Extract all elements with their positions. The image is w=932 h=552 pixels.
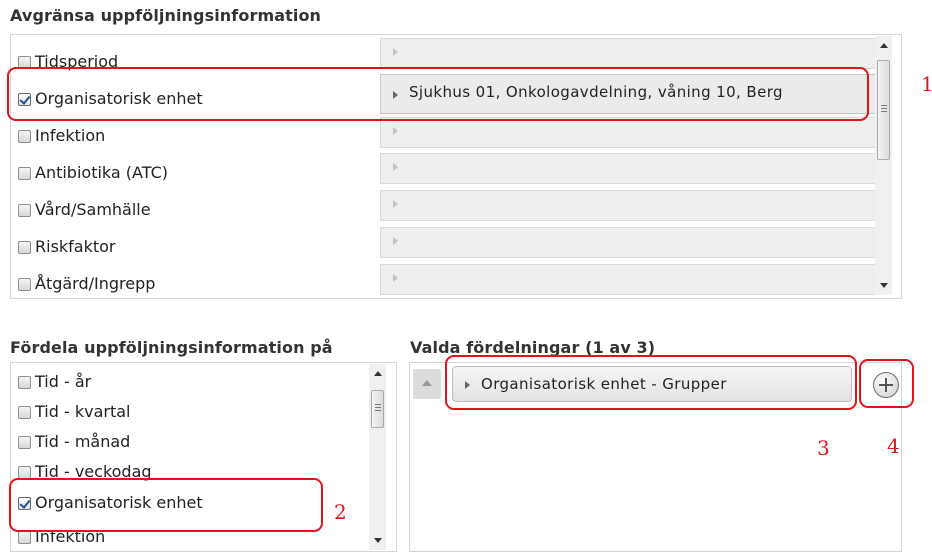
checkbox-atgard-ingrepp[interactable] <box>18 277 31 291</box>
move-up-button[interactable] <box>413 369 441 399</box>
scroll-down-icon[interactable] <box>374 538 382 543</box>
checkbox-infektion[interactable] <box>18 530 31 544</box>
selected-distribution-label: Organisatorisk enhet - Grupper <box>481 375 727 393</box>
checkbox-tid-manad[interactable] <box>18 435 31 449</box>
scroll-thumb[interactable] <box>371 390 384 428</box>
checkbox-tid-veckodag[interactable] <box>18 465 31 479</box>
restrict-item-infektion[interactable]: Infektion <box>11 118 105 152</box>
restrict-item-label: Riskfaktor <box>35 236 116 256</box>
distribute-item-tid-manad[interactable]: Tid - månad <box>11 426 130 456</box>
value-selector-antibiotika[interactable] <box>380 153 877 184</box>
distribute-item-label: Infektion <box>35 526 106 546</box>
restrict-scrollbar[interactable] <box>875 36 892 295</box>
selected-heading: Valda fördelningar (1 av 3) <box>410 338 656 357</box>
distribute-item-label: Tid - veckodag <box>35 461 152 481</box>
checkbox-infektion[interactable] <box>18 129 31 143</box>
value-selector-infektion[interactable] <box>380 117 877 148</box>
restrict-item-atgard-ingrepp[interactable]: Åtgärd/Ingrepp <box>11 266 156 298</box>
restrict-item-antibiotika[interactable]: Antibiotika (ATC) <box>11 155 168 189</box>
restrict-item-tidsperiod[interactable]: Tidsperiod <box>11 44 118 78</box>
scroll-thumb[interactable] <box>877 60 890 160</box>
restrict-item-label: Antibiotika (ATC) <box>35 162 168 182</box>
expand-arrow-icon <box>393 127 398 135</box>
distribute-item-label: Tid - år <box>35 371 92 391</box>
checkbox-tid-kvartal[interactable] <box>18 405 31 419</box>
expand-arrow-icon <box>393 91 398 99</box>
expand-arrow-icon <box>393 274 398 282</box>
checkbox-tidsperiod[interactable] <box>18 55 31 69</box>
checkbox-antibiotika[interactable] <box>18 166 31 180</box>
distribute-item-tid-veckodag[interactable]: Tid - veckodag <box>11 456 152 486</box>
distribute-item-label: Organisatorisk enhet <box>35 492 203 512</box>
distribute-item-tid-ar[interactable]: Tid - år <box>11 366 91 396</box>
add-distribution-icon[interactable] <box>873 372 899 398</box>
restrict-panel: Tidsperiod Organisatorisk enhet Infektio… <box>10 34 902 299</box>
scroll-down-icon[interactable] <box>880 283 888 288</box>
distribute-heading: Fördela uppföljningsinformation på <box>10 338 333 357</box>
restrict-item-organisatorisk-enhet[interactable]: Organisatorisk enhet <box>11 81 203 115</box>
distribute-item-infektion[interactable]: Infektion <box>11 521 105 551</box>
expand-arrow-icon <box>465 381 470 389</box>
restrict-heading: Avgränsa uppföljningsinformation <box>10 6 322 25</box>
value-selector-atgard-ingrepp[interactable] <box>380 264 877 295</box>
callout-3: 3 <box>817 436 830 460</box>
callout-1: 1 <box>921 72 932 96</box>
checkbox-organisatorisk-enhet[interactable] <box>18 92 31 106</box>
distribute-scrollbar[interactable] <box>369 364 386 550</box>
value-selector-vard-samhalle[interactable] <box>380 190 877 221</box>
callout-4: 4 <box>887 434 900 458</box>
callout-2: 2 <box>334 500 347 524</box>
value-selector-organisatorisk-enhet[interactable]: Sjukhus 01, Onkologavdelning, våning 10,… <box>380 74 877 114</box>
restrict-item-label: Organisatorisk enhet <box>35 88 203 108</box>
value-selector-riskfaktor[interactable] <box>380 227 877 258</box>
checkbox-vard-samhalle[interactable] <box>18 203 31 217</box>
restrict-item-label: Vård/Samhälle <box>35 199 151 219</box>
restrict-item-label: Infektion <box>35 125 106 145</box>
distribute-item-label: Tid - kvartal <box>35 401 131 421</box>
expand-arrow-icon <box>393 200 398 208</box>
distribute-item-organisatorisk-enhet[interactable]: Organisatorisk enhet <box>11 487 203 517</box>
value-selector-tidsperiod[interactable] <box>380 38 877 69</box>
distribute-item-tid-kvartal[interactable]: Tid - kvartal <box>11 396 130 426</box>
checkbox-organisatorisk-enhet[interactable] <box>18 496 31 510</box>
restrict-item-riskfaktor[interactable]: Riskfaktor <box>11 229 116 263</box>
restrict-item-vard-samhalle[interactable]: Vård/Samhälle <box>11 192 151 226</box>
restrict-item-label: Tidsperiod <box>35 51 119 71</box>
expand-arrow-icon <box>393 163 398 171</box>
expand-arrow-icon <box>393 237 398 245</box>
checkbox-tid-ar[interactable] <box>18 375 31 389</box>
selected-value-text: Sjukhus 01, Onkologavdelning, våning 10,… <box>409 83 783 101</box>
checkbox-riskfaktor[interactable] <box>18 240 31 254</box>
expand-arrow-icon <box>393 48 398 56</box>
scroll-up-icon[interactable] <box>374 371 382 376</box>
distribute-item-label: Tid - månad <box>35 431 131 451</box>
scroll-up-icon[interactable] <box>880 43 888 48</box>
restrict-item-label: Åtgärd/Ingrepp <box>35 273 156 293</box>
selected-distribution-item[interactable]: Organisatorisk enhet - Grupper <box>452 366 852 402</box>
